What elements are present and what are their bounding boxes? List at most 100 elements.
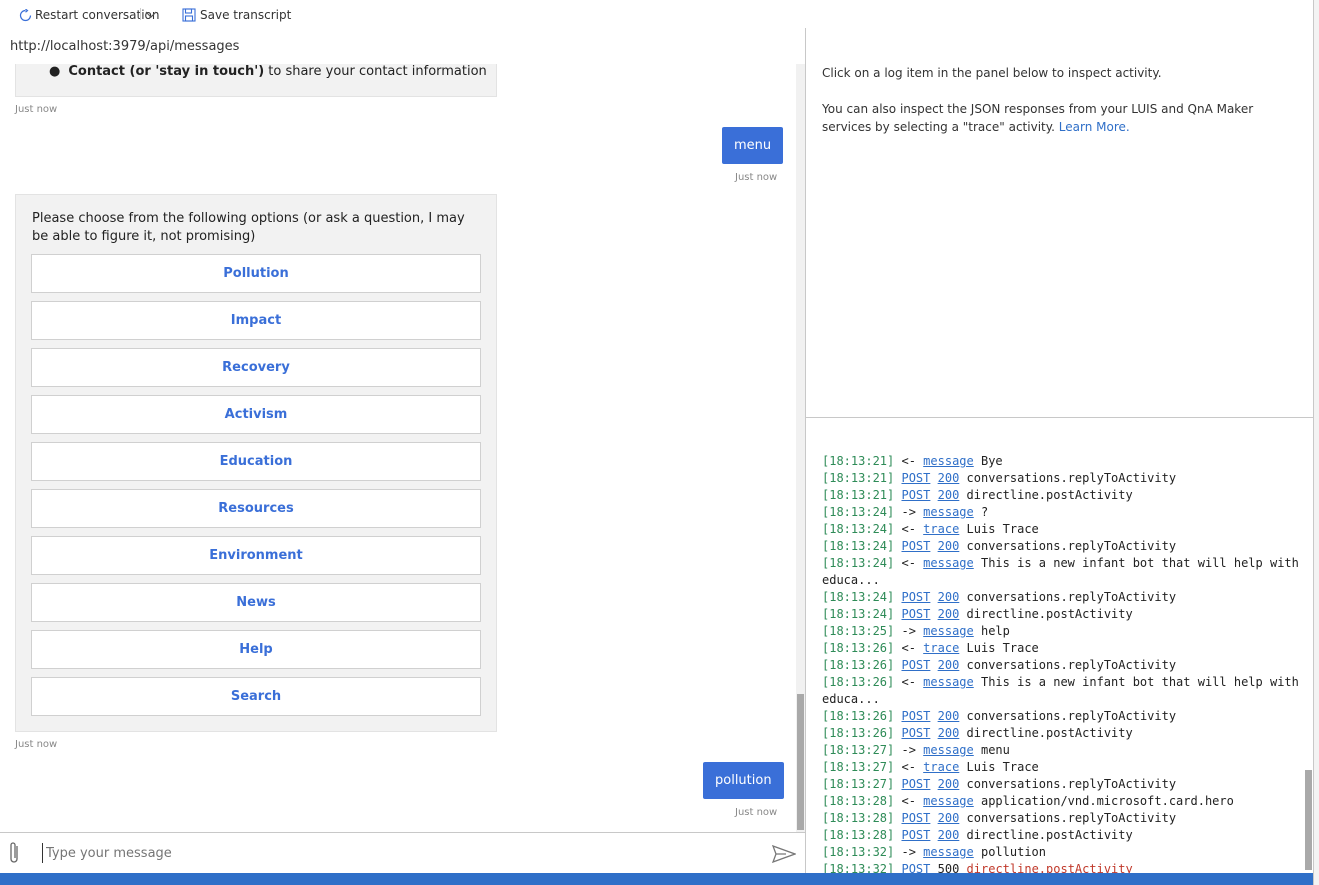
log-row[interactable]: [18:13:24] -> message ? [822,504,1302,521]
log-row[interactable]: [18:13:24] <- trace Luis Trace [822,521,1302,538]
log-type-link[interactable]: trace [923,641,959,655]
log-time: [18:13:24] [822,539,895,553]
log-row[interactable]: [18:13:21] POST 200 directline.postActiv… [822,487,1302,504]
log-row[interactable]: [18:13:32] -> message pollution [822,844,1302,861]
paperclip-icon[interactable] [7,841,23,865]
log-status-code[interactable]: 200 [938,777,960,791]
log-row[interactable]: [18:13:24] POST 200 conversations.replyT… [822,538,1302,555]
restart-conversation-button[interactable]: Restart conversation [19,6,160,24]
log-type-link[interactable]: trace [923,760,959,774]
log-text: Bye [980,454,1003,468]
log-type-link[interactable]: message [923,624,974,638]
log-type-link[interactable]: message [923,454,974,468]
log-type-link[interactable]: trace [923,522,959,536]
log-row[interactable]: [18:13:26] <- trace Luis Trace [822,640,1302,657]
option-education-button[interactable]: Education [31,442,481,481]
log-time: [18:13:21] [822,454,895,468]
log-status-code: 500 [937,862,960,873]
log-row[interactable]: [18:13:24] <- message This is a new infa… [822,555,1302,589]
option-activism-button[interactable]: Activism [31,395,481,434]
option-search-button[interactable]: Search [31,677,481,716]
log-type-link[interactable]: message [923,505,974,519]
log-direction: <- [901,556,916,570]
log-direction: <- [901,454,916,468]
log-status-code[interactable]: 200 [938,607,960,621]
log-row[interactable]: [18:13:28] POST 200 conversations.replyT… [822,810,1302,827]
timestamp: Just now [15,104,58,115]
log-text: conversations.replyToActivity [966,590,1177,604]
log-type-link[interactable]: message [923,743,974,757]
log-status-code[interactable]: 200 [938,828,960,842]
log-time: [18:13:32] [822,845,895,859]
log-type-link[interactable]: POST [901,777,930,791]
option-environment-button[interactable]: Environment [31,536,481,575]
log-text: conversations.replyToActivity [966,709,1177,723]
chat-scrollbar[interactable] [796,64,805,860]
log-status-code[interactable]: 200 [938,726,960,740]
log-text: conversations.replyToActivity [966,811,1177,825]
log-row[interactable]: [18:13:24] POST 200 directline.postActiv… [822,606,1302,623]
log-row[interactable]: [18:13:28] <- message application/vnd.mi… [822,793,1302,810]
log-direction: <- [901,760,916,774]
log-status-code[interactable]: 200 [938,658,960,672]
log-row[interactable]: [18:13:26] POST 200 conversations.replyT… [822,708,1302,725]
log-type-link[interactable]: POST [901,828,930,842]
log-scrollbar-thumb[interactable] [1305,770,1312,870]
log-row[interactable]: [18:13:25] -> message help [822,623,1302,640]
save-transcript-button[interactable]: Save transcript [182,6,291,24]
log-row[interactable]: [18:13:26] POST 200 conversations.replyT… [822,657,1302,674]
log-type-link[interactable]: POST [901,658,930,672]
log-type-link[interactable]: POST [901,709,930,723]
log-status-code[interactable]: 200 [938,590,960,604]
option-impact-button[interactable]: Impact [31,301,481,340]
log-row[interactable]: [18:13:27] -> message menu [822,742,1302,759]
log-status-code[interactable]: 200 [938,539,960,553]
option-news-button[interactable]: News [31,583,481,622]
send-icon[interactable] [772,845,796,863]
log-type-link[interactable]: POST [901,811,930,825]
log-text: application/vnd.microsoft.card.hero [980,794,1234,808]
log-row[interactable]: [18:13:32] POST 500 directline.postActiv… [822,861,1302,873]
log-row[interactable]: [18:13:28] POST 200 directline.postActiv… [822,827,1302,844]
message-list[interactable]: ● Contact (or 'stay in touch') to share y… [0,64,796,860]
log-row[interactable]: [18:13:21] <- message Bye [822,453,1302,470]
card-text: Please choose from the following options… [32,211,465,244]
log-row[interactable]: [18:13:21] POST 200 conversations.replyT… [822,470,1302,487]
log-row[interactable]: [18:13:27] <- trace Luis Trace [822,759,1302,776]
log-type-link[interactable]: POST [901,488,930,502]
log-status-code[interactable]: 200 [938,709,960,723]
log-status-code[interactable]: 200 [938,488,960,502]
log-type-link[interactable]: POST [901,590,930,604]
log-scrollbar[interactable] [1304,418,1313,873]
chat-scrollbar-thumb[interactable] [797,694,804,830]
log-status-code[interactable]: 200 [938,471,960,485]
log-type-link[interactable]: POST [901,726,930,740]
log-type-link[interactable]: message [923,556,974,570]
log-status-code[interactable]: 200 [938,811,960,825]
log-type-link[interactable]: message [923,794,974,808]
log-type-link[interactable]: POST [901,471,930,485]
log-direction: -> [901,845,916,859]
message-input[interactable] [42,843,746,863]
option-recovery-button[interactable]: Recovery [31,348,481,387]
log-time: [18:13:27] [822,743,895,757]
log-text: help [980,624,1010,638]
log-row[interactable]: [18:13:26] <- message This is a new infa… [822,674,1302,708]
option-resources-button[interactable]: Resources [31,489,481,528]
window-edge [1313,0,1319,885]
option-pollution-button[interactable]: Pollution [31,254,481,293]
log-type-link[interactable]: POST [901,607,930,621]
log-type-link[interactable]: POST [901,539,930,553]
restart-options-dropdown[interactable] [145,6,157,24]
option-help-button[interactable]: Help [31,630,481,669]
log-text: conversations.replyToActivity [966,539,1177,553]
log-row[interactable]: [18:13:24] POST 200 conversations.replyT… [822,589,1302,606]
log-type-link[interactable]: POST [901,862,930,873]
log-row[interactable]: [18:13:27] POST 200 conversations.replyT… [822,776,1302,793]
log-type-link[interactable]: message [923,675,974,689]
log-text: directline.postActivity [966,862,1133,873]
log-type-link[interactable]: message [923,845,974,859]
chat-panel: http://localhost:3979/api/messages ● Cont… [0,28,806,873]
log-row[interactable]: [18:13:26] POST 200 directline.postActiv… [822,725,1302,742]
learn-more-link[interactable]: Learn More. [1059,120,1130,134]
